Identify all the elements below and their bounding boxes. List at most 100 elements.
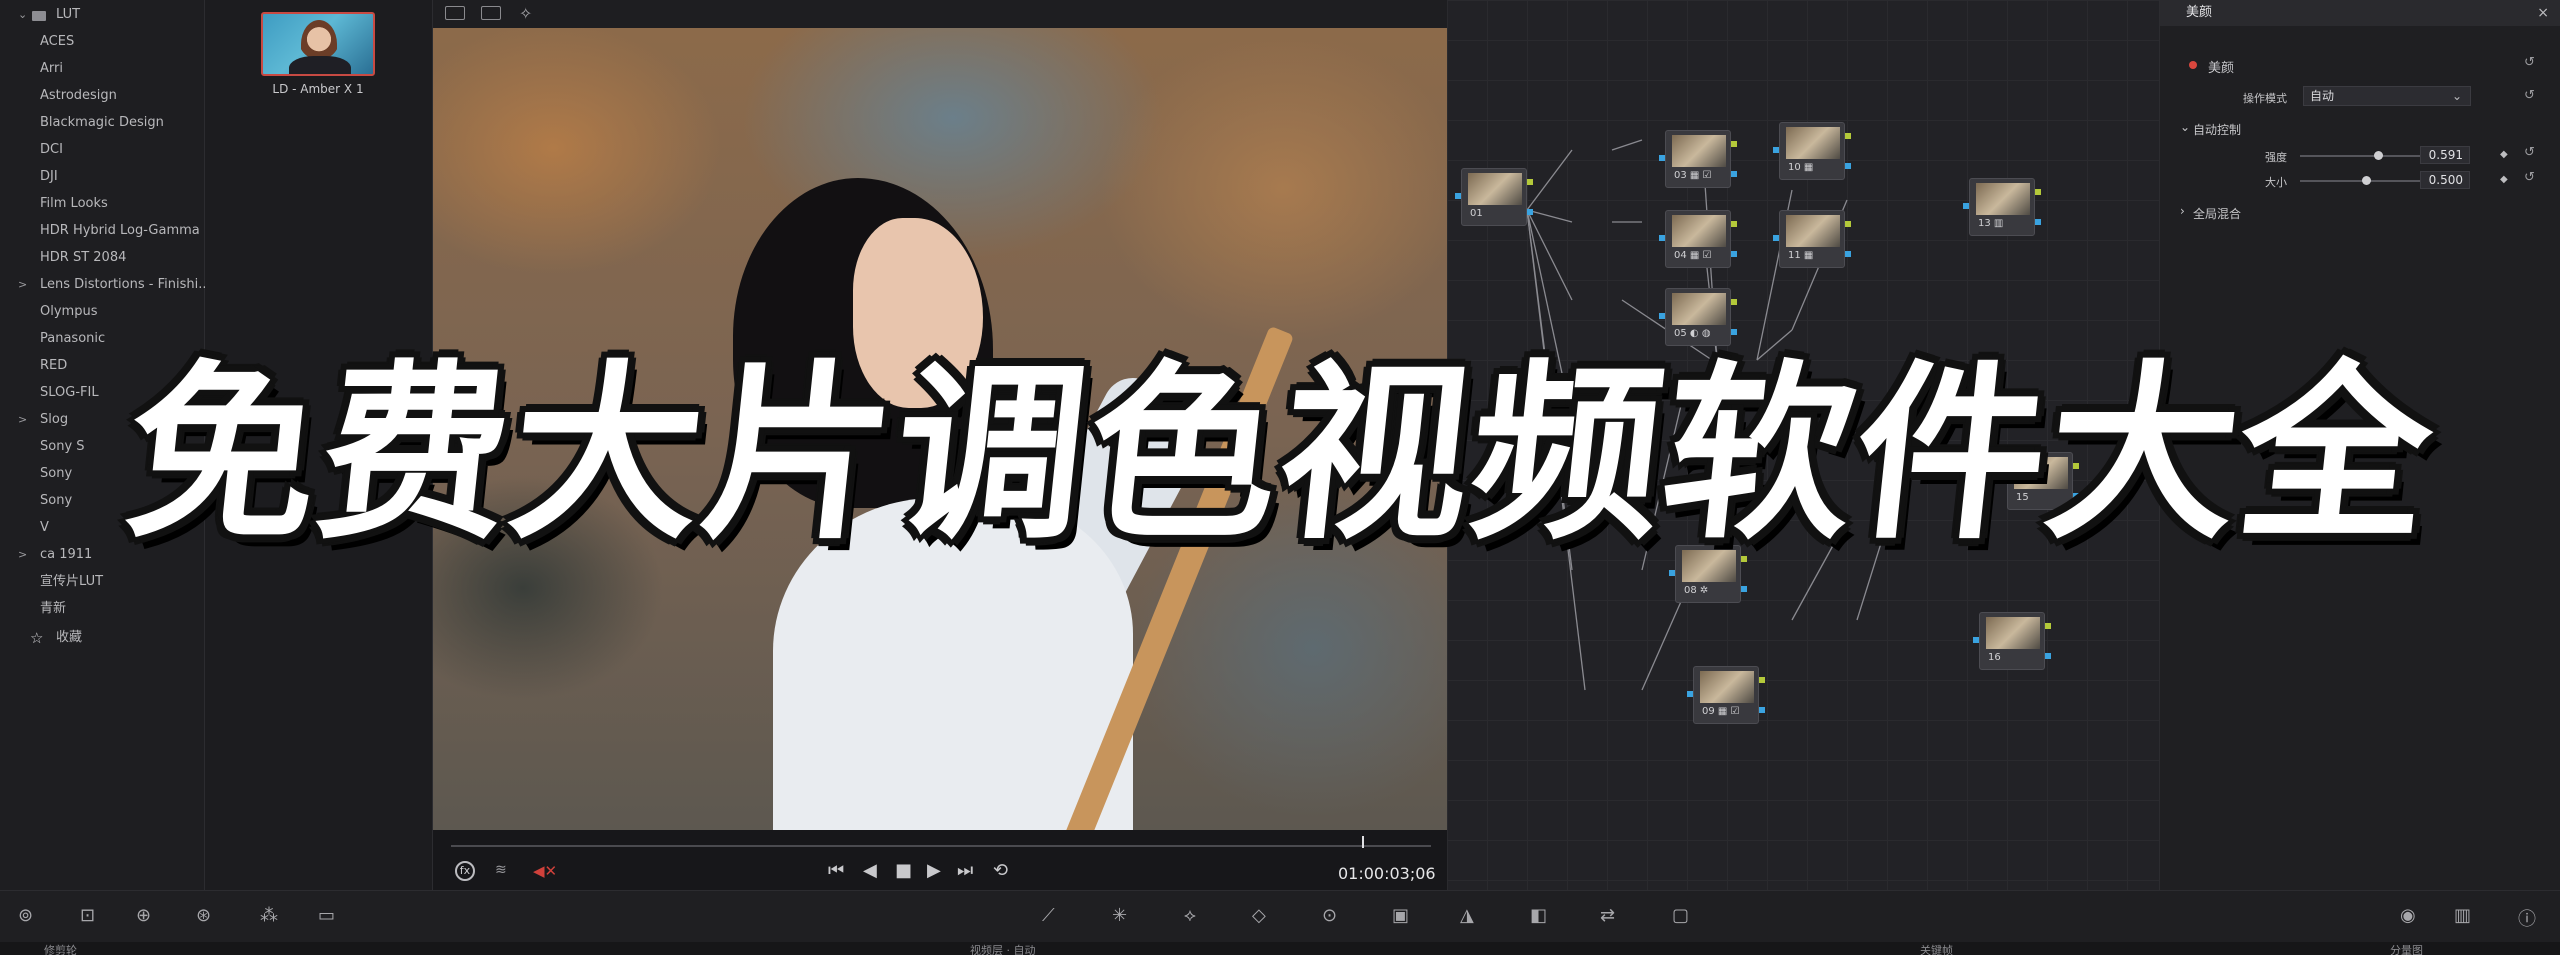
rgb-mixer-icon[interactable]: ⊛: [196, 905, 211, 926]
node-key-output-pin[interactable]: [1527, 209, 1533, 215]
loop-icon[interactable]: ⟲: [993, 860, 1008, 881]
node-input-pin[interactable]: [1973, 637, 1979, 643]
lut-item[interactable]: DJI: [0, 164, 205, 190]
scopes-icon[interactable]: ▥: [2454, 905, 2471, 926]
lut-item[interactable]: DCI: [0, 137, 205, 163]
chevron-right-icon[interactable]: >: [18, 407, 30, 433]
node-output-pin[interactable]: [1845, 133, 1851, 139]
sizing-icon[interactable]: ⇄: [1600, 905, 1615, 926]
lut-item[interactable]: Olympus: [0, 299, 205, 325]
lut-item[interactable]: ACES: [0, 29, 205, 55]
split-view-icon[interactable]: [481, 6, 501, 20]
size-slider-knob[interactable]: [2362, 176, 2371, 185]
lut-thumbnail[interactable]: [261, 12, 375, 76]
node-output-pin[interactable]: [1731, 221, 1737, 227]
correction-node[interactable]: 09 ▦ ☑: [1687, 666, 1765, 724]
chevron-right-icon[interactable]: >: [18, 272, 30, 298]
lut-favorites[interactable]: ☆ 收藏: [0, 625, 205, 651]
curves-icon[interactable]: ⟋: [1042, 905, 1055, 926]
reset-size-icon[interactable]: ↺: [2524, 170, 2535, 185]
node-output-pin[interactable]: [2035, 189, 2041, 195]
reset-strength-icon[interactable]: ↺: [2524, 145, 2535, 160]
keyframe-icon[interactable]: ◆: [2500, 149, 2508, 160]
tracker-icon[interactable]: ⊙: [1322, 905, 1337, 926]
lut-item[interactable]: HDR Hybrid Log-Gamma: [0, 218, 205, 244]
lut-item[interactable]: Film Looks: [0, 191, 205, 217]
node-input-pin[interactable]: [1773, 147, 1779, 153]
color-wheels-icon[interactable]: ⊕: [136, 905, 151, 926]
playhead[interactable]: [1362, 836, 1365, 848]
stop-icon[interactable]: ■: [895, 860, 912, 881]
color-match-icon[interactable]: ⊡: [80, 905, 95, 926]
play-icon[interactable]: ▶: [927, 860, 941, 881]
node-output-pin[interactable]: [1731, 141, 1737, 147]
reset-effect-icon[interactable]: ↺: [2524, 55, 2535, 70]
mute-icon[interactable]: ◀✕: [533, 862, 557, 880]
mode-select[interactable]: 自动 ⌄: [2303, 86, 2471, 106]
correction-node[interactable]: 16: [1973, 612, 2051, 670]
color-warper-icon[interactable]: ✳: [1112, 905, 1127, 926]
strength-slider[interactable]: [2300, 155, 2432, 157]
motion-effects-icon[interactable]: ⁂: [260, 905, 278, 926]
lut-item[interactable]: 青新: [0, 596, 205, 622]
auto-section-caret[interactable]: ⌄: [2180, 120, 2190, 134]
strength-slider-knob[interactable]: [2374, 151, 2383, 160]
node-key-output-pin[interactable]: [1845, 163, 1851, 169]
correction-node[interactable]: 03 ▦ ☑: [1659, 130, 1737, 188]
skip-start-icon[interactable]: ⏮: [828, 860, 844, 881]
info-icon[interactable]: ⓘ: [2518, 905, 2536, 931]
node-input-pin[interactable]: [1659, 313, 1665, 319]
key-icon[interactable]: ◧: [1530, 905, 1547, 926]
close-icon[interactable]: ×: [2537, 0, 2549, 26]
reset-mode-icon[interactable]: ↺: [2524, 88, 2535, 103]
qualifier-icon[interactable]: ⟡: [1184, 905, 1196, 926]
eye-icon[interactable]: ◉: [2400, 905, 2416, 926]
node-key-output-pin[interactable]: [1845, 251, 1851, 257]
lut-root-folder[interactable]: ⌄ LUT: [0, 2, 205, 28]
lut-item[interactable]: HDR ST 2084: [0, 245, 205, 271]
step-back-icon[interactable]: ◀: [863, 860, 877, 881]
camera-raw-icon[interactable]: ⊚: [18, 905, 33, 926]
global-section-caret[interactable]: ›: [2180, 204, 2185, 218]
effect-enabled-indicator[interactable]: [2189, 61, 2197, 69]
node-output-pin[interactable]: [1527, 179, 1533, 185]
node-output-pin[interactable]: [1845, 221, 1851, 227]
blur-icon[interactable]: ◮: [1460, 905, 1474, 926]
node-key-output-pin[interactable]: [1741, 586, 1747, 592]
node-key-output-pin[interactable]: [1731, 171, 1737, 177]
fx-button[interactable]: fx: [455, 861, 475, 881]
node-input-pin[interactable]: [1659, 235, 1665, 241]
node-key-output-pin[interactable]: [1731, 251, 1737, 257]
window-icon[interactable]: ◇: [1252, 905, 1266, 926]
node-input-pin[interactable]: [1455, 193, 1461, 199]
3d-icon[interactable]: ▢: [1672, 905, 1689, 926]
size-value[interactable]: 0.500: [2420, 171, 2470, 189]
node-input-pin[interactable]: [1687, 691, 1693, 697]
correction-node[interactable]: 04 ▦ ☑: [1659, 210, 1737, 268]
single-view-icon[interactable]: [445, 6, 465, 20]
node-key-output-pin[interactable]: [2045, 653, 2051, 659]
correction-node[interactable]: 13 ▥: [1963, 178, 2041, 236]
timeline-scrubber[interactable]: [451, 845, 1431, 847]
strength-value[interactable]: 0.591: [2420, 146, 2470, 164]
correction-node[interactable]: 01: [1455, 168, 1533, 226]
node-input-pin[interactable]: [1659, 155, 1665, 161]
skip-end-icon[interactable]: ⏭: [957, 860, 973, 881]
correction-node[interactable]: 11 ▦: [1773, 210, 1851, 268]
lut-item[interactable]: Astrodesign: [0, 83, 205, 109]
hdr-icon[interactable]: ▭: [318, 905, 335, 926]
lut-item[interactable]: Arri: [0, 56, 205, 82]
chevron-down-icon[interactable]: ⌄: [18, 2, 30, 28]
node-output-pin[interactable]: [1731, 299, 1737, 305]
magic-mask-icon[interactable]: ▣: [1392, 905, 1409, 926]
node-output-pin[interactable]: [2045, 623, 2051, 629]
magic-wand-icon[interactable]: ✧: [519, 4, 532, 23]
lut-item[interactable]: Blackmagic Design: [0, 110, 205, 136]
node-key-output-pin[interactable]: [2035, 219, 2041, 225]
lut-item[interactable]: > Lens Distortions - Finishi...: [0, 272, 205, 298]
layers-icon[interactable]: ≋: [495, 862, 507, 878]
keyframe-icon[interactable]: ◆: [2500, 174, 2508, 185]
node-input-pin[interactable]: [1963, 203, 1969, 209]
node-key-output-pin[interactable]: [1759, 707, 1765, 713]
node-output-pin[interactable]: [1759, 677, 1765, 683]
